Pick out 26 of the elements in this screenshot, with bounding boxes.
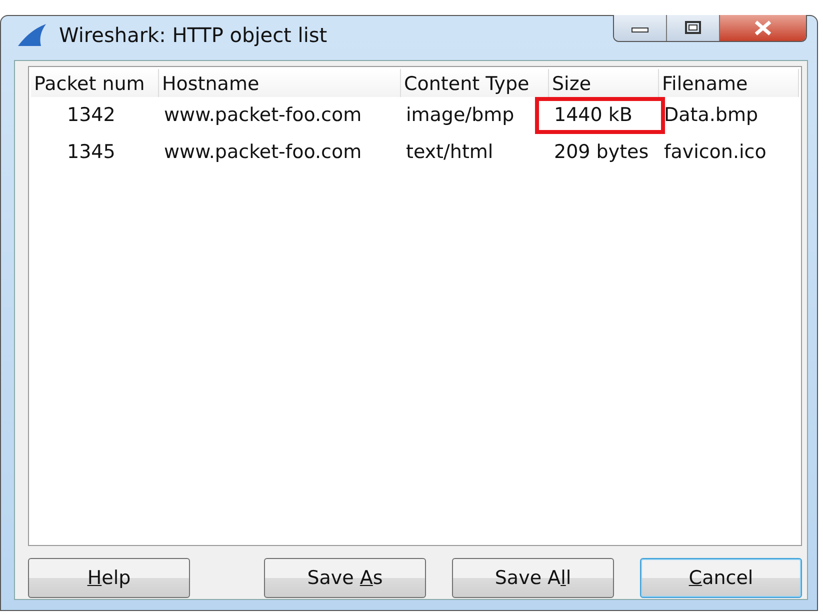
- table-cell-text: image/bmp: [405, 103, 516, 128]
- column-header[interactable]: Filename: [659, 69, 799, 97]
- close-icon: [753, 20, 773, 36]
- column-header[interactable]: Packet num: [31, 69, 159, 97]
- column-header[interactable]: Content Type: [401, 69, 549, 97]
- table-cell-text: 1342: [66, 103, 116, 128]
- maximize-button[interactable]: [667, 15, 720, 41]
- dialog-button[interactable]: Save All: [452, 558, 614, 598]
- table-cell-text: text/html: [405, 140, 494, 165]
- minimize-button[interactable]: [614, 15, 667, 41]
- table-cell-text: Data.bmp: [663, 103, 760, 128]
- column-header[interactable]: Size: [549, 69, 659, 97]
- column-header[interactable]: Hostname: [159, 69, 401, 97]
- table-cell-text: 1345: [66, 140, 116, 165]
- dialog-button[interactable]: Cancel: [640, 558, 802, 598]
- table-cell-text: 209 bytes: [553, 140, 650, 165]
- highlighted-cell: 1440 kB: [535, 97, 665, 134]
- window-title: Wireshark: HTTP object list: [59, 23, 328, 47]
- dialog-button[interactable]: Save As: [264, 558, 426, 598]
- shark-fin-icon: [17, 23, 47, 47]
- close-button[interactable]: [720, 15, 806, 41]
- maximize-icon: [683, 20, 703, 36]
- table-cell-text: www.packet-foo.com: [163, 140, 363, 165]
- table-cell-text: favicon.ico: [663, 140, 768, 165]
- table-cell-text: www.packet-foo.com: [163, 103, 363, 128]
- dialog-button[interactable]: Help: [28, 558, 190, 598]
